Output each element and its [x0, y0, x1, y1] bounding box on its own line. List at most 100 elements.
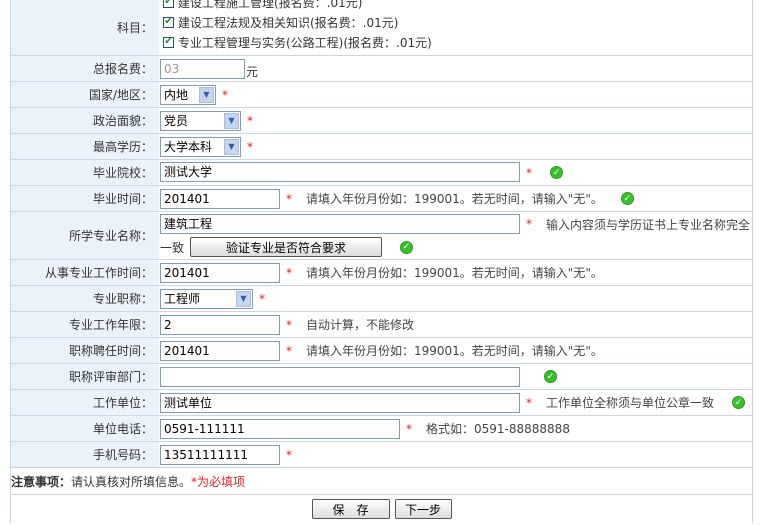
- work-phone-hint: 格式如：0591-88888888: [426, 422, 570, 436]
- save-button[interactable]: 保 存: [311, 499, 390, 519]
- employer-row: 工作单位： 测试单位 * 工作单位全称须与单位公章一致 ✓: [11, 390, 752, 416]
- major-row: 所学专业名称： 建筑工程 * 输入内容须与学历证书上专业名称完全 一致 验证专业…: [11, 212, 752, 260]
- political-select[interactable]: 党员 ▼: [160, 110, 241, 131]
- major-input[interactable]: 建筑工程: [160, 214, 520, 234]
- mobile-label: 手机号码：: [11, 442, 159, 467]
- review-dept-label: 职称评审部门：: [11, 364, 159, 389]
- title-time-label: 职称聘任时间：: [11, 338, 159, 363]
- chevron-down-icon[interactable]: ▼: [199, 86, 214, 103]
- title-value: 工程师: [164, 292, 201, 306]
- employer-label: 工作单位：: [11, 390, 159, 415]
- checkbox-checked-icon[interactable]: ✔: [163, 16, 174, 28]
- work-years-row: 专业工作年限： 2 * 自动计算，不能修改: [11, 312, 752, 338]
- review-dept-row: 职称评审部门： ✓: [11, 364, 752, 390]
- work-phone-label: 单位电话：: [11, 416, 159, 441]
- work-time-input[interactable]: 201401: [160, 262, 280, 283]
- grad-time-hint: 请填入年份月份如：199001。若无时间，请输入"无"。: [306, 192, 603, 206]
- major-hint-continued: 一致: [160, 240, 185, 255]
- valid-check-icon: ✓: [620, 192, 634, 205]
- country-row: 国家/地区： 内地 ▼ *: [11, 82, 752, 108]
- next-button[interactable]: 下一步: [394, 499, 452, 519]
- required-mark: *: [247, 113, 253, 128]
- major-hint: 输入内容须与学历证书上专业名称完全: [546, 217, 751, 232]
- work-phone-row: 单位电话： 0591-111111 * 格式如：0591-88888888: [11, 416, 752, 442]
- work-time-hint: 请填入年份月份如：199001。若无时间，请输入"无"。: [306, 266, 603, 280]
- political-label: 政治面貌：: [11, 108, 159, 133]
- mobile-row: 手机号码： 13511111111 *: [11, 442, 752, 468]
- education-row: 最高学历： 大学本科 ▼ *: [11, 134, 752, 160]
- button-bar: 保 存 下一步: [11, 494, 752, 523]
- checkbox-checked-icon[interactable]: ✔: [163, 0, 174, 8]
- valid-check-icon: ✓: [400, 240, 414, 254]
- valid-check-icon: ✓: [732, 396, 746, 409]
- valid-check-icon: ✓: [550, 166, 563, 179]
- political-value: 党员: [164, 114, 189, 128]
- required-mark: *: [286, 191, 292, 206]
- notice-text: 请认真核对所填信息。: [71, 474, 192, 489]
- required-mark: *: [286, 343, 292, 358]
- required-mark: *: [286, 447, 292, 462]
- required-mark: *: [222, 87, 228, 102]
- mobile-input[interactable]: 13511111111: [160, 444, 280, 465]
- grad-time-label: 毕业时间：: [11, 186, 159, 211]
- subjects-row: 科目： ✔ 建设工程施工管理(报名费：.01元) ✔ 建设工程法规及相关知识(报…: [11, 0, 752, 56]
- grad-time-input[interactable]: 201401: [160, 188, 280, 209]
- required-mark: *: [526, 165, 532, 180]
- required-mark: *: [286, 317, 292, 332]
- verify-major-button[interactable]: 验证专业是否符合要求: [190, 237, 383, 257]
- required-mark: *: [286, 265, 292, 280]
- title-select[interactable]: 工程师 ▼: [160, 288, 253, 309]
- notice-row: 注意事项： 请认真核对所填信息。 *为必填项: [11, 468, 752, 494]
- subject-checkbox-1[interactable]: ✔ 建设工程施工管理(报名费：.01元): [160, 0, 362, 12]
- required-note: *为必填项: [191, 474, 246, 489]
- school-label: 毕业院校：: [11, 160, 159, 185]
- registration-form: 科目： ✔ 建设工程施工管理(报名费：.01元) ✔ 建设工程法规及相关知识(报…: [10, 0, 753, 523]
- work-years-hint: 自动计算，不能修改: [306, 318, 415, 332]
- total-fee-row: 总报名费： 03 元: [11, 56, 752, 82]
- chevron-down-icon[interactable]: ▼: [224, 112, 239, 129]
- review-dept-input[interactable]: [160, 366, 520, 387]
- required-mark: *: [526, 395, 532, 410]
- subject-checkbox-3[interactable]: ✔ 专业工程管理与实务(公路工程)(报名费：.01元): [160, 32, 432, 52]
- education-select[interactable]: 大学本科 ▼: [160, 136, 241, 157]
- valid-check-icon: ✓: [544, 370, 557, 383]
- work-phone-input[interactable]: 0591-111111: [160, 418, 400, 439]
- required-mark: *: [526, 217, 532, 231]
- total-fee-field: 03: [160, 58, 245, 79]
- title-row: 专业职称： 工程师 ▼ *: [11, 286, 752, 312]
- required-mark: *: [259, 291, 265, 306]
- chevron-down-icon[interactable]: ▼: [236, 290, 251, 307]
- title-label: 专业职称：: [11, 286, 159, 311]
- subject-label-2: 建设工程法规及相关知识(报名费：.01元): [178, 15, 399, 30]
- work-years-input[interactable]: 2: [160, 314, 280, 335]
- required-mark: *: [247, 139, 253, 154]
- currency-unit: 元: [246, 65, 259, 79]
- employer-hint: 工作单位全称须与单位公章一致: [546, 396, 715, 410]
- total-fee-label: 总报名费：: [11, 56, 159, 81]
- major-label: 所学专业名称：: [11, 212, 159, 259]
- subjects-label: 科目：: [11, 0, 159, 55]
- work-years-label: 专业工作年限：: [11, 312, 159, 337]
- education-value: 大学本科: [164, 140, 213, 154]
- country-value: 内地: [164, 88, 189, 102]
- subject-label-3: 专业工程管理与实务(公路工程)(报名费：.01元): [178, 35, 432, 50]
- school-row: 毕业院校： 测试大学 * ✓: [11, 160, 752, 186]
- title-time-row: 职称聘任时间： 201401 * 请填入年份月份如：199001。若无时间，请输…: [11, 338, 752, 364]
- political-row: 政治面貌： 党员 ▼ *: [11, 108, 752, 134]
- work-time-row: 从事专业工作时间： 201401 * 请填入年份月份如：199001。若无时间，…: [11, 260, 752, 286]
- country-label: 国家/地区：: [11, 82, 159, 107]
- employer-input[interactable]: 测试单位: [160, 392, 520, 413]
- country-select[interactable]: 内地 ▼: [160, 84, 216, 105]
- school-input[interactable]: 测试大学: [160, 162, 520, 182]
- chevron-down-icon[interactable]: ▼: [224, 138, 239, 155]
- title-time-hint: 请填入年份月份如：199001。若无时间，请输入"无"。: [306, 344, 603, 358]
- title-time-input[interactable]: 201401: [160, 340, 280, 361]
- required-mark: *: [406, 421, 412, 436]
- grad-time-row: 毕业时间： 201401 * 请填入年份月份如：199001。若无时间，请输入"…: [11, 186, 752, 212]
- checkbox-checked-icon[interactable]: ✔: [163, 36, 174, 48]
- education-label: 最高学历：: [11, 134, 159, 159]
- notice-label: 注意事项：: [11, 474, 72, 489]
- work-time-label: 从事专业工作时间：: [11, 260, 159, 285]
- subject-checkbox-2[interactable]: ✔ 建设工程法规及相关知识(报名费：.01元): [160, 12, 398, 32]
- subject-label-1: 建设工程施工管理(报名费：.01元): [178, 0, 363, 10]
